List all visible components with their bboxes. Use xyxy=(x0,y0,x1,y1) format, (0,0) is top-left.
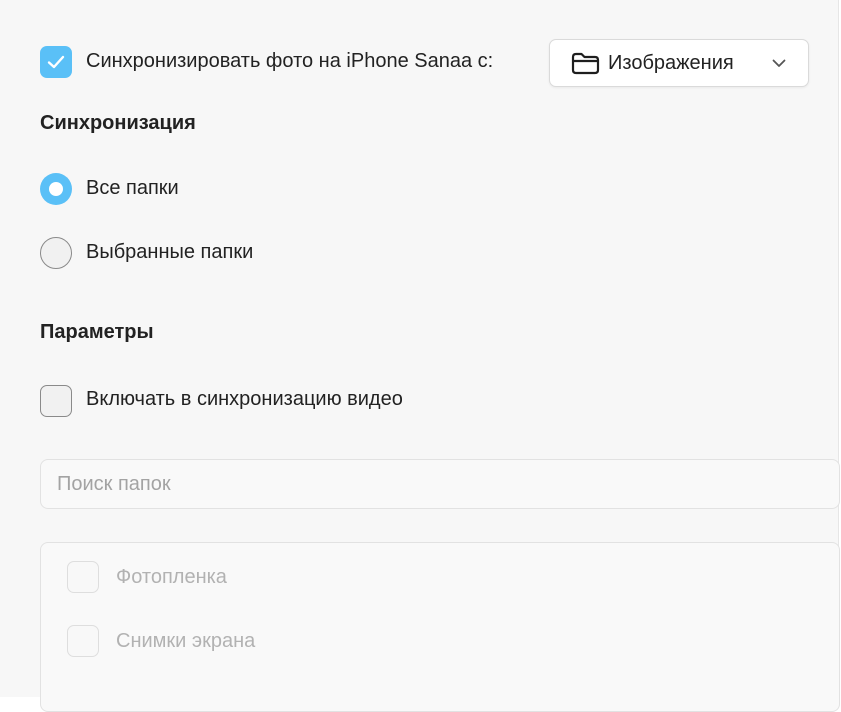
checkmark-icon xyxy=(47,55,65,69)
chevron-down-icon xyxy=(772,59,786,67)
folder-checkbox-screenshots[interactable] xyxy=(67,625,99,657)
folder-icon xyxy=(571,52,600,75)
sync-photos-checkbox[interactable] xyxy=(40,46,72,78)
folder-list: Фотопленка Снимки экрана xyxy=(40,542,840,712)
radio-selected-folders-label: Выбранные папки xyxy=(86,241,254,263)
sync-photos-label: Синхронизировать фото на iPhone Sanaa с: xyxy=(86,50,494,72)
params-section-heading: Параметры xyxy=(40,321,154,343)
photo-source-dropdown[interactable]: Изображения xyxy=(549,39,809,87)
include-video-label: Включать в синхронизацию видео xyxy=(86,388,403,410)
sync-section-heading: Синхронизация xyxy=(40,112,196,134)
include-video-checkbox[interactable] xyxy=(40,385,72,417)
photo-source-value: Изображения xyxy=(608,52,734,74)
radio-selected-dot xyxy=(49,182,63,196)
radio-all-folders[interactable] xyxy=(40,173,72,205)
folder-search-field xyxy=(40,459,840,509)
folder-checkbox-camera-roll[interactable] xyxy=(67,561,99,593)
radio-all-folders-label: Все папки xyxy=(86,177,179,199)
folder-label-screenshots: Снимки экрана xyxy=(116,630,256,652)
radio-selected-folders[interactable] xyxy=(40,237,72,269)
photos-sync-panel: Синхронизировать фото на iPhone Sanaa с:… xyxy=(0,0,840,712)
folder-search-input[interactable] xyxy=(57,470,757,498)
folder-label-camera-roll: Фотопленка xyxy=(116,566,227,588)
